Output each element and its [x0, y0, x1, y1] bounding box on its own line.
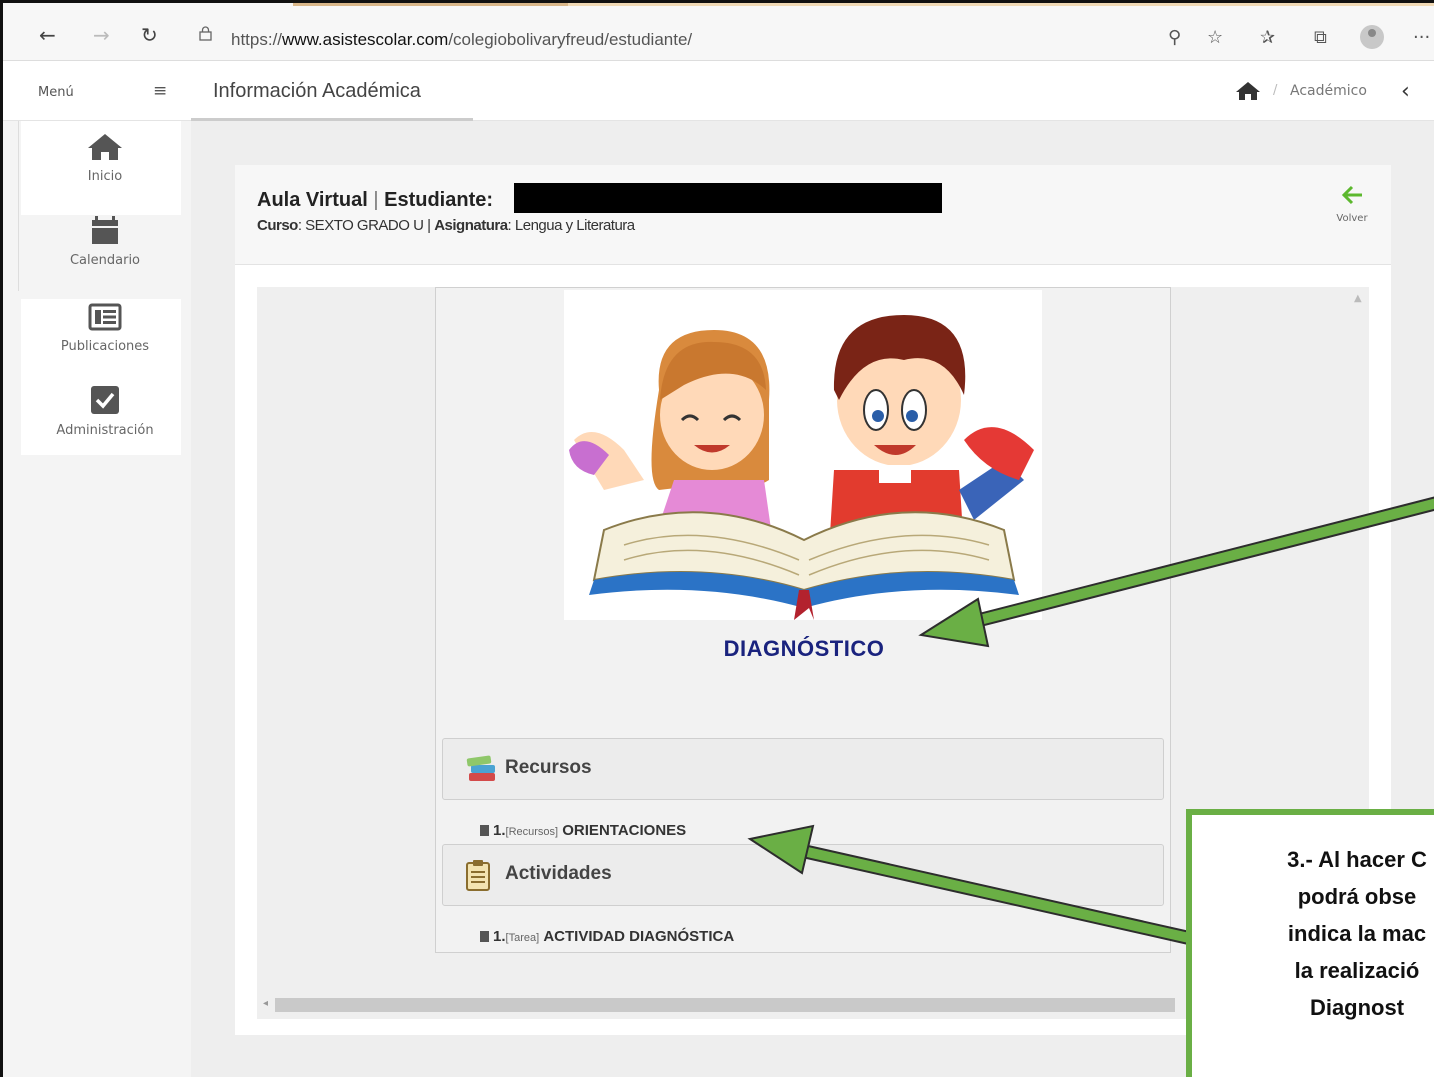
- children-reading-illustration: [564, 290, 1042, 620]
- item-number: 1.: [493, 928, 506, 945]
- sidebar-item-label: Calendario: [69, 253, 141, 268]
- tab-accent: [293, 3, 568, 6]
- lock-icon: [199, 26, 212, 41]
- menu-label: Menú: [38, 85, 74, 100]
- breadcrumb-academico[interactable]: Académico: [1290, 83, 1367, 99]
- title-separator: |: [373, 189, 379, 211]
- breadcrumb-separator: /: [1273, 83, 1278, 98]
- newspaper-icon: [88, 303, 122, 331]
- screenshot-frame: ← → ↻ https://www.asistescolar.com/coleg…: [0, 0, 1434, 1077]
- url-prefix: https://: [231, 30, 283, 49]
- more-menu-icon[interactable]: ···: [1413, 27, 1430, 48]
- back-arrow-icon[interactable]: ←: [39, 23, 56, 47]
- sidebar-divider: [18, 121, 19, 291]
- url-path: /colegiobolivaryfreud/estudiante/: [448, 30, 693, 49]
- callout-line: indica la mac: [1287, 921, 1427, 946]
- sidebar-item-label: Inicio: [87, 169, 123, 184]
- refresh-icon[interactable]: ↻: [141, 23, 158, 47]
- section-label: Recursos: [505, 757, 592, 778]
- item-number: 1.: [493, 822, 506, 839]
- calendar-icon: [92, 216, 118, 244]
- sidebar-item-administracion[interactable]: Administración: [21, 385, 189, 469]
- asignatura-label: Asignatura: [434, 217, 508, 234]
- title-estudiante-label: Estudiante:: [384, 189, 494, 211]
- favorites-icon[interactable]: ✰: [1260, 27, 1275, 48]
- document-icon: [480, 931, 489, 942]
- card-header: Aula Virtual | Estudiante: Curso: SEXTO …: [235, 165, 1391, 265]
- sidebar-item-calendario[interactable]: Calendario: [21, 215, 189, 299]
- volver-button[interactable]: Volver: [1332, 185, 1372, 224]
- tab-accent-light: [568, 3, 1434, 6]
- section-actividades[interactable]: Actividades: [442, 844, 1164, 906]
- annotation-callout: 3.- Al hacer C podrá obse indica la mac …: [1186, 809, 1434, 1077]
- key-icon[interactable]: ⚲: [1168, 27, 1181, 48]
- title-aula-virtual: Aula Virtual: [257, 189, 368, 211]
- card-title: Aula Virtual | Estudiante:: [257, 189, 493, 212]
- document-icon: [480, 825, 489, 836]
- card-subtitle: Curso: SEXTO GRADO U | Asignatura: Lengu…: [257, 217, 635, 234]
- sidebar-item-inicio[interactable]: Inicio: [21, 133, 189, 217]
- scroll-up-icon[interactable]: ▲: [1354, 293, 1362, 304]
- address-bar[interactable]: https://www.asistescolar.com/colegioboli…: [231, 30, 692, 50]
- clipboard-icon: [466, 860, 490, 891]
- actividad-diagnostica-link[interactable]: 1.[Tarea] ACTIVIDAD DIAGNÓSTICA: [480, 928, 734, 945]
- module-title: DIAGNÓSTICO: [723, 636, 885, 661]
- section-recursos[interactable]: Recursos: [442, 738, 1164, 800]
- callout-line: Diagnost: [1309, 995, 1405, 1020]
- profile-avatar[interactable]: [1360, 25, 1384, 49]
- sidebar-item-label: Administración: [56, 423, 154, 438]
- scroll-left-icon[interactable]: ◂: [263, 998, 268, 1009]
- recurso-orientaciones-link[interactable]: 1.[Recursos] ORIENTACIONES: [480, 822, 686, 839]
- redacted-student-name: [514, 183, 942, 213]
- chevron-left-icon[interactable]: ‹: [1401, 79, 1410, 104]
- item-tag: [Tarea]: [505, 932, 540, 944]
- page-title: Información Académica: [213, 80, 421, 102]
- curso-label: Curso: [257, 217, 298, 234]
- item-name: ACTIVIDAD DIAGNÓSTICA: [543, 928, 735, 945]
- callout-line: la realizació: [1294, 958, 1420, 983]
- collections-icon[interactable]: ⧉: [1314, 27, 1327, 48]
- app-header: Menú ≡ Información Académica / Académico…: [3, 61, 1434, 121]
- curso-value: : SEXTO GRADO U: [297, 217, 424, 234]
- hamburger-menu-icon[interactable]: ≡: [153, 81, 167, 101]
- sidebar-item-publicaciones[interactable]: Publicaciones: [21, 303, 189, 387]
- url-domain: www.asistescolar.com: [282, 30, 449, 49]
- sidebar-item-label: Publicaciones: [60, 339, 150, 354]
- books-icon: [466, 755, 495, 781]
- home-icon: [88, 134, 122, 160]
- module-card: DIAGNÓSTICO Recursos 1.[Recursos] ORIENT…: [435, 287, 1171, 953]
- browser-toolbar: ← → ↻ https://www.asistescolar.com/coleg…: [3, 3, 1434, 61]
- callout-line: podrá obse: [1297, 884, 1417, 909]
- volver-label: Volver: [1336, 213, 1368, 224]
- horizontal-scrollbar[interactable]: [275, 998, 1175, 1012]
- callout-line: 3.- Al hacer C: [1287, 847, 1427, 872]
- asignatura-value: : Lengua y Literatura: [507, 217, 636, 234]
- callout-text: 3.- Al hacer C podrá obse indica la mac …: [1192, 841, 1434, 1026]
- section-label: Actividades: [505, 863, 612, 884]
- forward-arrow-icon[interactable]: →: [93, 23, 110, 47]
- arrow-left-icon: [1341, 185, 1362, 205]
- star-icon[interactable]: ☆: [1207, 27, 1223, 48]
- home-icon[interactable]: [1235, 81, 1261, 101]
- item-tag: [Recursos]: [505, 826, 559, 838]
- checkbox-icon: [91, 386, 119, 414]
- subtitle-separator: |: [427, 217, 431, 234]
- item-name: ORIENTACIONES: [562, 822, 687, 839]
